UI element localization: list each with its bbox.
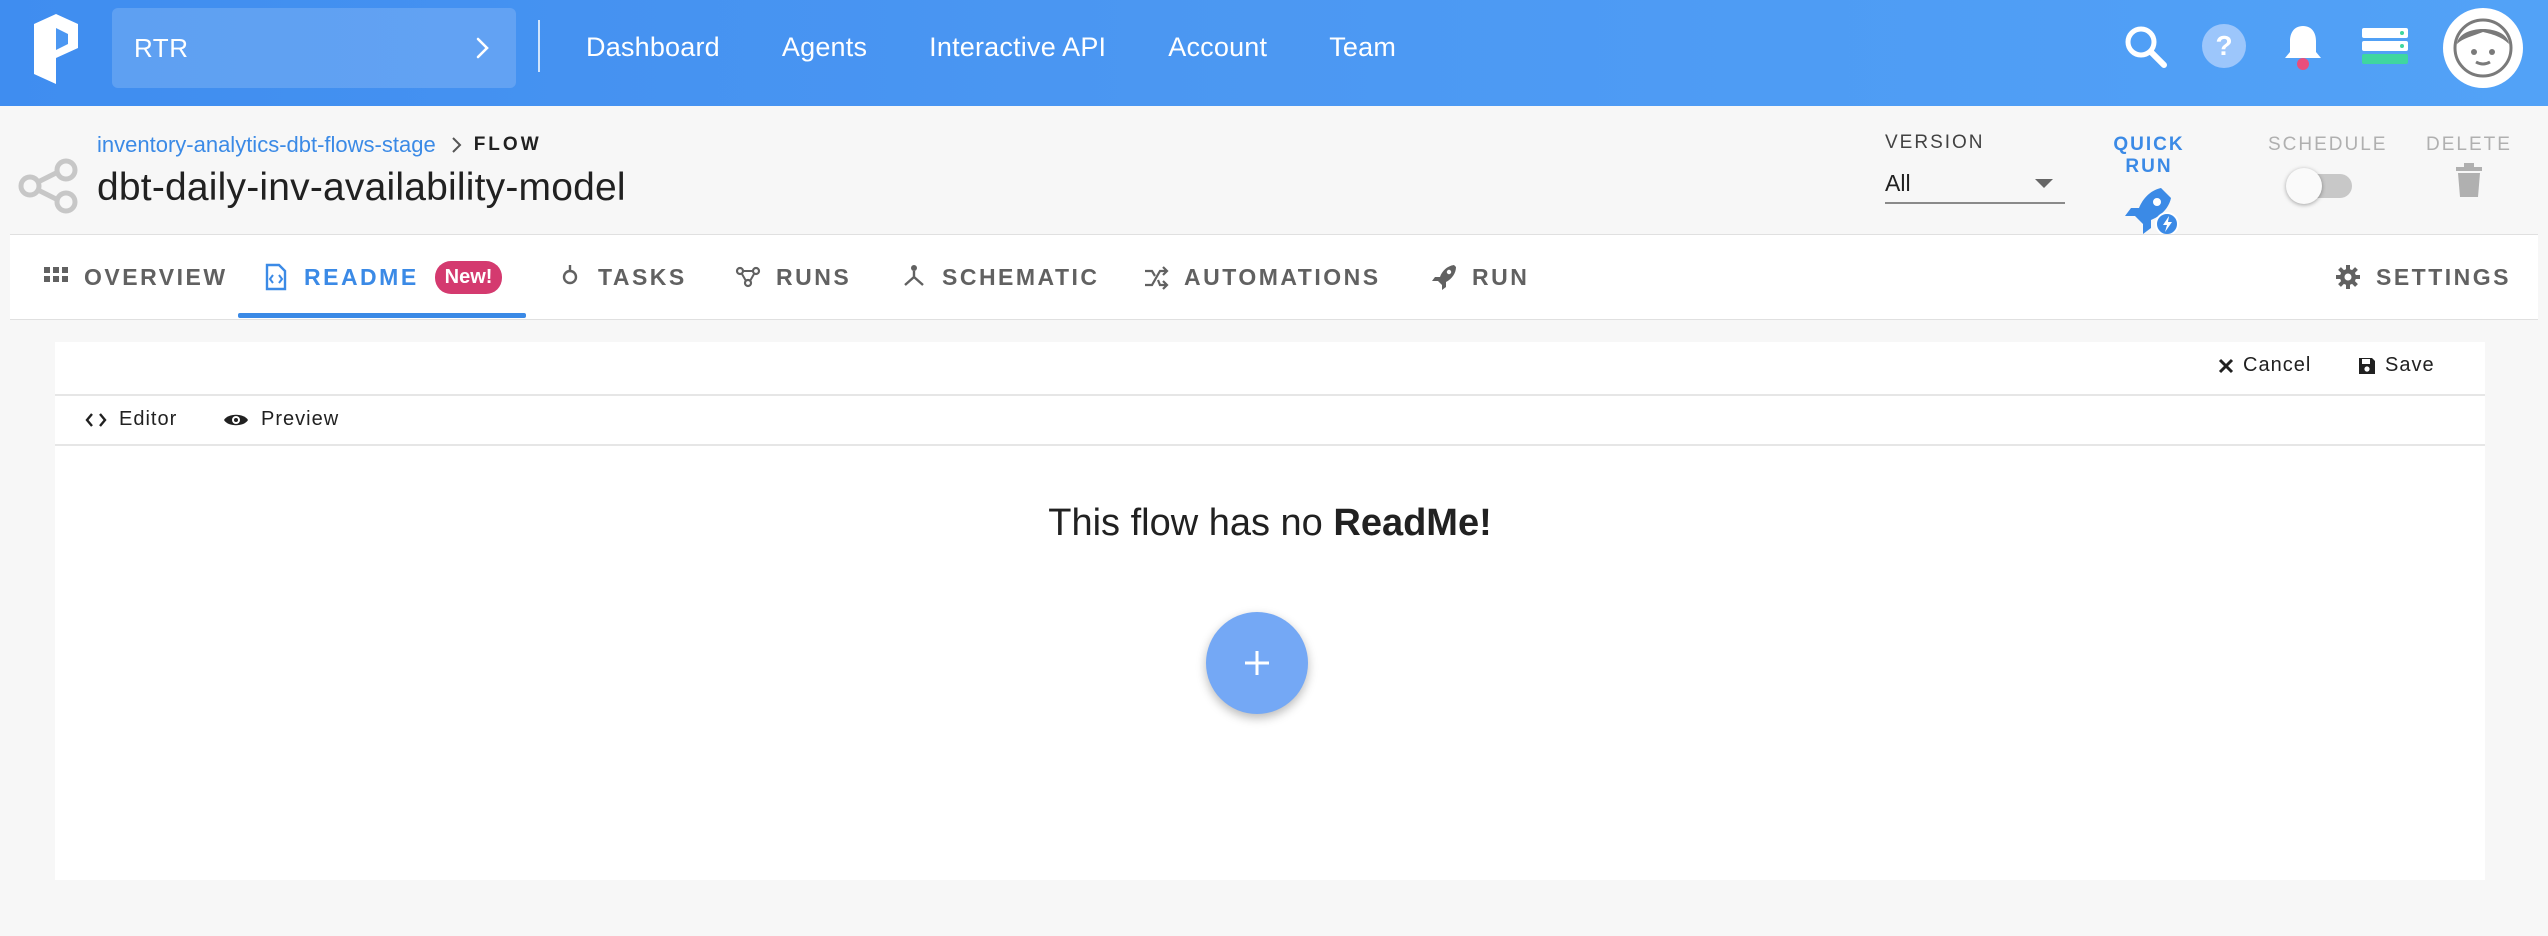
team-selector[interactable]: RTR [112,8,516,88]
tab-run[interactable]: RUN [1430,235,1529,319]
readme-card: Cancel Save Editor Preview This flow has… [55,342,2485,880]
empty-message-prefix: This flow has no [1048,502,1334,544]
version-value: All [1885,169,1911,196]
tab-label: TASKS [598,263,687,290]
quick-run-label: QUICK RUN [2113,134,2185,177]
close-icon [2218,358,2234,373]
version-select[interactable]: All [1885,164,2065,204]
schedule-toggle[interactable] [2286,168,2352,204]
save-icon [2359,357,2375,374]
chevron-right-icon [451,137,462,153]
nav-agents[interactable]: Agents [782,32,867,63]
flow-header: inventory-analytics-dbt-flows-stage FLOW… [0,106,2548,236]
editor-label: Editor [119,408,178,430]
preview-mode-button[interactable]: Preview [223,408,339,431]
tab-label: RUNS [776,263,852,290]
tab-readme[interactable]: README New! [262,235,503,319]
rocket-icon [1432,265,1456,290]
runs-icon [735,266,761,288]
tab-tasks[interactable]: TASKS [556,235,687,319]
flow-tabs: OVERVIEW README New! TASKS RUNS SCHEMATI… [10,234,2538,320]
empty-readme-message: This flow has no ReadMe! [55,502,2485,545]
active-tab-indicator [238,313,526,318]
avatar[interactable] [2443,8,2523,88]
tab-label: SETTINGS [2376,263,2512,290]
readme-file-icon [265,263,287,291]
tab-automations[interactable]: AUTOMATIONS [1142,235,1381,319]
tab-label: RUN [1472,263,1530,290]
editor-mode-bar: Editor Preview [55,398,2485,446]
version-label: VERSION [1885,132,1985,153]
notifications-icon[interactable] [2279,22,2327,70]
schedule-label: SCHEDULE [2268,134,2388,155]
svg-text:?: ? [2215,30,2232,61]
automations-icon [1145,266,1169,290]
gear-icon [2336,265,2360,289]
breadcrumb-type: FLOW [473,134,542,155]
tab-label: OVERVIEW [84,263,228,290]
tab-overview[interactable]: OVERVIEW [42,235,228,319]
nav-dashboard[interactable]: Dashboard [586,32,720,63]
new-badge: New! [434,260,503,294]
tab-label: README [304,263,419,290]
breadcrumb: inventory-analytics-dbt-flows-stage FLOW [97,132,542,158]
editor-mode-button[interactable]: Editor [85,408,177,431]
agents-status-icon[interactable] [2360,22,2410,70]
tab-schematic[interactable]: SCHEMATIC [900,235,1100,319]
help-icon[interactable]: ? [2200,22,2248,70]
schematic-icon [904,265,924,286]
plus-icon [1245,651,1269,675]
readme-toolbar: Cancel Save [55,342,2485,396]
toggle-knob [2286,168,2322,204]
user-avatar-icon [2453,18,2513,78]
chevron-right-icon [476,37,489,59]
grid-icon [44,267,68,282]
tab-runs[interactable]: RUNS [734,235,851,319]
top-app-bar: RTR Dashboard Agents Interactive API Acc… [0,0,2548,106]
nav-account[interactable]: Account [1168,32,1267,63]
dropdown-caret-icon [2035,178,2053,188]
delete-button[interactable]: DELETE [2424,134,2514,203]
tab-label: SCHEMATIC [942,263,1100,290]
eye-icon [224,414,248,425]
save-button[interactable]: Save [2357,354,2435,377]
cancel-button[interactable]: Cancel [2217,354,2311,377]
quick-run-button[interactable]: QUICK RUN [2090,134,2208,241]
cancel-label: Cancel [2243,354,2312,376]
page-title: dbt-daily-inv-availability-model [97,166,626,209]
code-icon [85,412,107,427]
add-readme-button[interactable] [1206,612,1308,714]
nav-interactive-api[interactable]: Interactive API [929,32,1106,63]
main-nav: Dashboard Agents Interactive API Account… [586,0,1458,94]
prefect-logo[interactable] [30,14,86,84]
quick-run-rocket-icon [2125,188,2179,236]
tab-settings[interactable]: SETTINGS [2334,235,2511,319]
nav-divider [538,20,540,72]
version-selector: VERSION All [1885,132,2065,204]
flow-icon [18,158,78,214]
task-icon [562,265,578,285]
trash-icon [2456,163,2482,197]
team-name: RTR [134,32,189,63]
nav-team[interactable]: Team [1329,32,1396,63]
breadcrumb-project-link[interactable]: inventory-analytics-dbt-flows-stage [97,132,436,158]
search-icon[interactable] [2121,22,2169,70]
preview-label: Preview [261,408,340,430]
delete-label: DELETE [2426,134,2512,155]
tab-label: AUTOMATIONS [1184,263,1381,290]
save-label: Save [2385,354,2435,376]
empty-message-bold: ReadMe! [1333,502,1492,544]
schedule-control: SCHEDULE [2268,134,2388,204]
